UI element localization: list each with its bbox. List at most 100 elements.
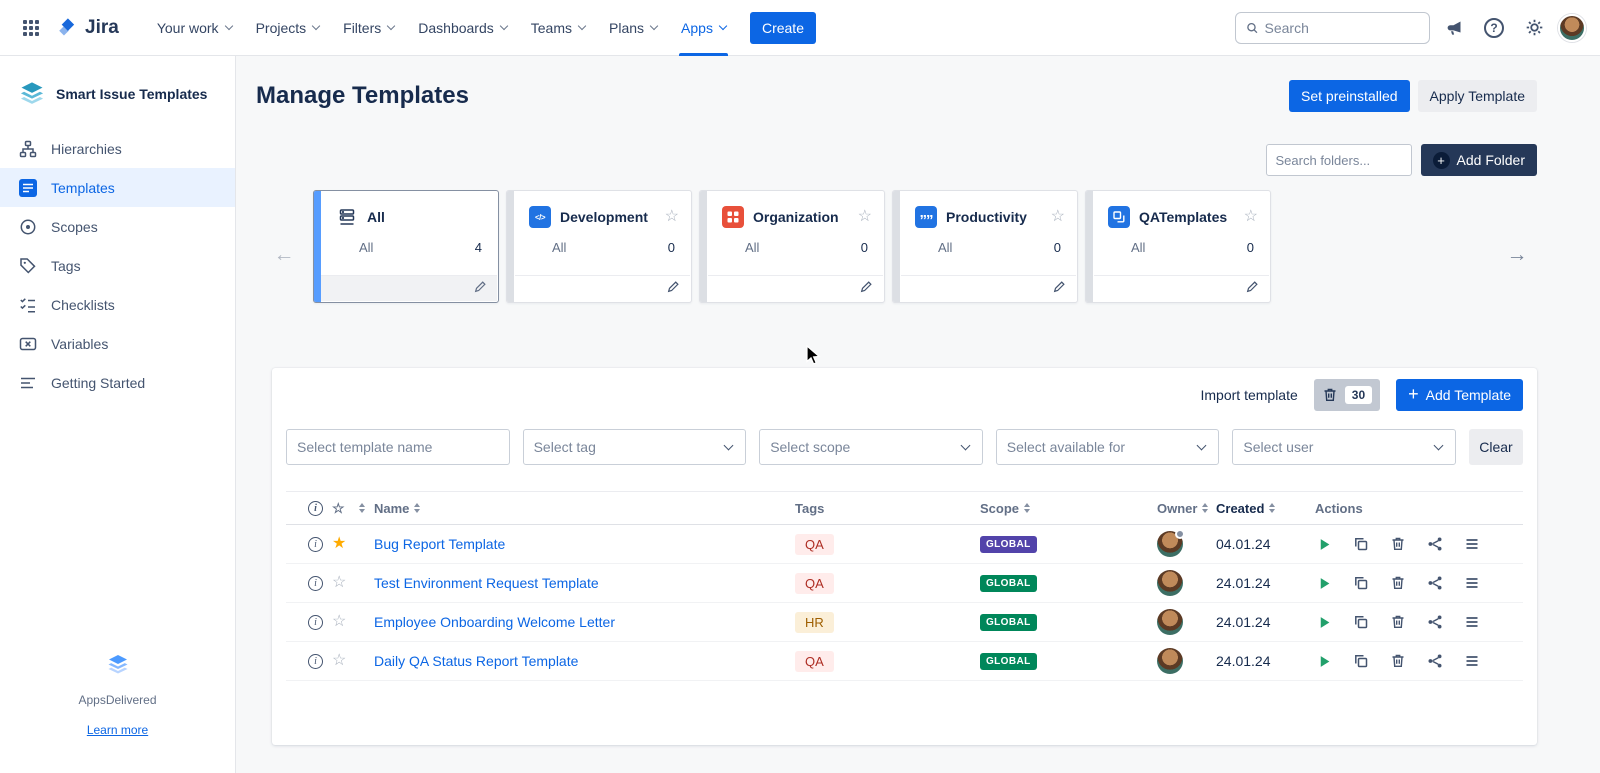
copy-icon[interactable] xyxy=(1352,652,1370,670)
sidebar-item-templates[interactable]: Templates xyxy=(0,168,235,207)
filter-template-name-input[interactable] xyxy=(286,429,510,465)
delete-icon[interactable] xyxy=(1389,535,1407,553)
favorite-star-icon[interactable] xyxy=(332,614,346,630)
more-menu-icon[interactable] xyxy=(1463,574,1481,592)
delete-icon[interactable] xyxy=(1389,574,1407,592)
announcements-icon[interactable] xyxy=(1438,12,1470,44)
owner-avatar[interactable] xyxy=(1157,570,1183,596)
apply-play-icon[interactable] xyxy=(1315,574,1333,592)
owner-avatar[interactable] xyxy=(1157,609,1183,635)
sort-toggle[interactable] xyxy=(1202,503,1208,513)
share-icon[interactable] xyxy=(1426,652,1444,670)
sort-toggle[interactable] xyxy=(1024,503,1030,513)
settings-gear-icon[interactable] xyxy=(1518,12,1550,44)
import-template-button[interactable]: Import template xyxy=(1201,387,1298,403)
favorite-star-icon[interactable] xyxy=(332,536,346,552)
edit-folder-icon[interactable] xyxy=(860,280,873,298)
learn-more-link[interactable]: Learn more xyxy=(87,723,148,737)
user-avatar[interactable] xyxy=(1558,14,1586,42)
favorite-star-icon[interactable] xyxy=(332,653,346,669)
app-switcher-icon[interactable] xyxy=(14,11,48,45)
organization-folder-icon xyxy=(722,206,744,228)
copy-icon[interactable] xyxy=(1352,535,1370,553)
search-folders-input[interactable] xyxy=(1266,144,1412,176)
edit-folder-icon[interactable] xyxy=(1053,280,1066,298)
nav-your-work[interactable]: Your work xyxy=(145,0,244,56)
edit-folder-icon[interactable] xyxy=(667,280,680,298)
share-icon[interactable] xyxy=(1426,613,1444,631)
sort-toggle[interactable] xyxy=(414,503,420,513)
info-icon[interactable]: i xyxy=(308,576,323,591)
template-name-link[interactable]: Test Environment Request Template xyxy=(374,575,599,591)
favorite-folder-star-icon[interactable]: ☆ xyxy=(858,209,872,225)
template-name-link[interactable]: Employee Onboarding Welcome Letter xyxy=(374,614,615,630)
folder-card-qatemplates[interactable]: QATemplates ☆ All 0 xyxy=(1085,190,1271,303)
favorite-folder-star-icon[interactable]: ☆ xyxy=(1051,209,1065,225)
apply-play-icon[interactable] xyxy=(1315,535,1333,553)
more-menu-icon[interactable] xyxy=(1463,535,1481,553)
apply-play-icon[interactable] xyxy=(1315,652,1333,670)
filter-scope-select[interactable]: Select scope xyxy=(759,429,983,465)
sort-toggle[interactable] xyxy=(359,503,365,513)
apply-play-icon[interactable] xyxy=(1315,613,1333,631)
delete-icon[interactable] xyxy=(1389,613,1407,631)
folder-card-development[interactable]: </> Development ☆ All 0 xyxy=(506,190,692,303)
favorite-folder-star-icon[interactable]: ☆ xyxy=(665,209,679,225)
edit-folder-icon[interactable] xyxy=(474,280,487,298)
favorite-star-icon[interactable] xyxy=(332,575,346,591)
carousel-next-icon[interactable]: → xyxy=(1502,240,1532,270)
sidebar-item-checklists[interactable]: Checklists xyxy=(0,285,235,324)
delete-icon[interactable] xyxy=(1389,652,1407,670)
folder-card-all[interactable]: All All 4 xyxy=(313,190,499,303)
favorite-folder-star-icon[interactable]: ☆ xyxy=(1244,209,1258,225)
sidebar-footer: AppsDelivered Learn more xyxy=(0,654,235,739)
sort-toggle[interactable] xyxy=(1269,503,1275,513)
jira-logo[interactable]: Jira xyxy=(56,17,119,39)
filter-tag-select[interactable]: Select tag xyxy=(523,429,747,465)
carousel-prev-icon[interactable]: ← xyxy=(269,240,299,270)
filter-available-for-select[interactable]: Select available for xyxy=(996,429,1220,465)
folder-card-productivity[interactable]: ”” Productivity ☆ All 0 xyxy=(892,190,1078,303)
template-name-link[interactable]: Daily QA Status Report Template xyxy=(374,653,578,669)
more-menu-icon[interactable] xyxy=(1463,652,1481,670)
template-name-link[interactable]: Bug Report Template xyxy=(374,536,505,552)
apply-template-button[interactable]: Apply Template xyxy=(1418,80,1537,112)
filter-user-select[interactable]: Select user xyxy=(1232,429,1456,465)
nav-filters[interactable]: Filters xyxy=(331,0,406,56)
nav-projects[interactable]: Projects xyxy=(244,0,332,56)
folder-card-organization[interactable]: Organization ☆ All 0 xyxy=(699,190,885,303)
checklist-icon xyxy=(18,295,38,315)
share-icon[interactable] xyxy=(1426,535,1444,553)
global-search-input[interactable] xyxy=(1265,20,1420,36)
set-preinstalled-button[interactable]: Set preinstalled xyxy=(1289,80,1410,112)
sidebar-item-tags[interactable]: Tags xyxy=(0,246,235,285)
sidebar-item-scopes[interactable]: Scopes xyxy=(0,207,235,246)
trash-bin-button[interactable]: 30 xyxy=(1314,379,1380,411)
share-icon[interactable] xyxy=(1426,574,1444,592)
copy-icon[interactable] xyxy=(1352,574,1370,592)
sidebar-item-hierarchies[interactable]: Hierarchies xyxy=(0,129,235,168)
copy-icon[interactable] xyxy=(1352,613,1370,631)
nav-plans[interactable]: Plans xyxy=(597,0,669,56)
owner-avatar[interactable] xyxy=(1157,531,1183,557)
info-icon[interactable]: i xyxy=(308,654,323,669)
help-icon[interactable]: ? xyxy=(1478,12,1510,44)
templates-panel: Import template 30 + Add Template Select… xyxy=(272,368,1537,745)
nav-dashboards[interactable]: Dashboards xyxy=(406,0,519,56)
add-template-button[interactable]: + Add Template xyxy=(1396,379,1523,411)
edit-folder-icon[interactable] xyxy=(1246,280,1259,298)
info-icon[interactable]: i xyxy=(308,537,323,552)
nav-apps[interactable]: Apps xyxy=(669,0,738,56)
create-button[interactable]: Create xyxy=(750,12,816,44)
clear-filters-button[interactable]: Clear xyxy=(1469,429,1523,465)
nav-teams[interactable]: Teams xyxy=(519,0,597,56)
sidebar-item-variables[interactable]: Variables xyxy=(0,324,235,363)
global-search[interactable] xyxy=(1235,12,1430,44)
footer-brand: AppsDelivered xyxy=(0,693,235,707)
more-menu-icon[interactable] xyxy=(1463,613,1481,631)
owner-avatar[interactable] xyxy=(1157,648,1183,674)
chevron-down-icon xyxy=(387,22,395,30)
sidebar-item-getting-started[interactable]: Getting Started xyxy=(0,363,235,402)
add-folder-button[interactable]: + Add Folder xyxy=(1421,144,1537,176)
info-icon[interactable]: i xyxy=(308,615,323,630)
